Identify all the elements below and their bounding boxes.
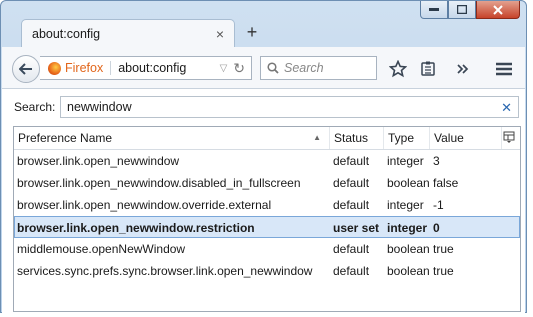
cell-type: boolean — [387, 176, 430, 190]
column-header-status[interactable]: Status — [330, 127, 384, 149]
cell-value: -1 — [433, 198, 444, 212]
bookmarks-menu-button[interactable] — [418, 59, 438, 79]
table-row[interactable]: browser.link.open_newwindow.disabled_in_… — [14, 172, 520, 194]
cell-name: browser.link.open_newwindow — [17, 154, 180, 168]
clear-filter-icon[interactable]: ✕ — [501, 100, 512, 116]
table-row[interactable]: browser.link.open_newwindow default intege… — [14, 150, 520, 172]
cell-type: boolean — [387, 264, 430, 278]
tab-title: about:config — [32, 26, 101, 41]
cell-status: default — [333, 264, 370, 278]
search-placeholder: Search — [284, 61, 324, 75]
tab-about-config[interactable]: about:config × — [21, 19, 235, 47]
minimize-button[interactable] — [420, 1, 448, 19]
overflow-chevron-button[interactable] — [453, 59, 473, 79]
cell-name: middlemouse.openNewWindow — [17, 242, 186, 256]
close-icon — [493, 4, 503, 15]
table-row[interactable]: middlemouse.openNewWindow default boolean t… — [14, 238, 520, 260]
tab-close-icon[interactable]: × — [216, 26, 224, 42]
table-row[interactable]: services.sync.prefs.sync.browser.link.op… — [14, 260, 520, 282]
navigation-toolbar: Firefox about:config ▽ ↻ Search — [2, 47, 525, 89]
bookmarks-list-icon — [421, 61, 435, 76]
minimize-icon — [429, 7, 439, 11]
table-row[interactable]: browser.link.open_newwindow.override.ext… — [14, 194, 520, 216]
column-picker-icon — [503, 131, 515, 143]
filter-value: newwindow — [67, 100, 132, 114]
cell-status: default — [333, 198, 370, 212]
cell-value: 3 — [433, 154, 440, 168]
cell-value: true — [433, 264, 454, 278]
cell-name: services.sync.prefs.sync.browser.link.op… — [17, 264, 313, 278]
menu-button[interactable] — [494, 59, 514, 79]
column-header-value[interactable]: Value — [430, 127, 502, 149]
filter-row: Search: newwindow ✕ — [2, 96, 525, 118]
new-tab-button[interactable]: + — [242, 22, 262, 42]
cell-name: browser.link.open_newwindow.restriction — [17, 221, 255, 235]
cell-value: true — [433, 242, 454, 256]
browser-window: about:config × + Firefox about:config ▽ … — [0, 0, 527, 313]
back-button[interactable] — [12, 55, 40, 83]
config-page: Search: newwindow ✕ Preference Name ▲ St… — [2, 89, 525, 313]
firefox-icon — [48, 61, 61, 75]
cell-type: boolean — [387, 242, 430, 256]
close-window-button[interactable] — [476, 1, 520, 19]
url-text[interactable]: about:config — [118, 61, 219, 75]
column-header-name[interactable]: Preference Name ▲ — [14, 127, 330, 149]
reload-icon[interactable]: ↻ — [233, 60, 245, 77]
cell-status: user set — [333, 221, 380, 235]
cell-name: browser.link.open_newwindow.override.ext… — [17, 198, 272, 212]
cell-status: default — [333, 176, 370, 190]
search-icon — [267, 62, 279, 74]
double-chevron-icon — [457, 64, 469, 74]
cell-value: false — [433, 176, 459, 190]
url-bar[interactable]: Firefox about:config ▽ ↻ — [40, 56, 252, 80]
column-header-label: Preference Name — [18, 131, 113, 145]
table-row[interactable]: browser.link.open_newwindow.restriction u… — [14, 216, 520, 238]
cell-name: browser.link.open_newwindow.disabled_in_… — [17, 176, 301, 190]
filter-input[interactable]: newwindow ✕ — [60, 96, 519, 118]
history-dropdown-icon[interactable]: ▽ — [220, 63, 228, 74]
column-picker-button[interactable] — [503, 131, 517, 145]
hamburger-icon — [496, 62, 512, 76]
column-header-type[interactable]: Type — [384, 127, 430, 149]
maximize-button[interactable] — [448, 1, 476, 19]
search-input[interactable]: Search — [260, 56, 377, 80]
cell-type: integer — [387, 221, 428, 235]
bookmark-star-button[interactable] — [388, 59, 408, 79]
cell-type: integer — [387, 154, 424, 168]
cell-status: default — [333, 154, 370, 168]
window-controls — [420, 1, 520, 19]
star-icon — [389, 60, 407, 78]
table-body: browser.link.open_newwindow default intege… — [14, 150, 520, 282]
cell-value: 0 — [433, 221, 440, 235]
table-header: Preference Name ▲ Status Type Value — [14, 127, 520, 150]
sort-ascending-icon: ▲ — [313, 133, 321, 142]
maximize-icon — [457, 5, 467, 14]
identity-label: Firefox — [65, 61, 112, 75]
cell-type: integer — [387, 198, 424, 212]
cell-status: default — [333, 242, 370, 256]
back-arrow-icon — [19, 63, 32, 75]
filter-label: Search: — [14, 100, 56, 114]
preferences-table: Preference Name ▲ Status Type Value brow… — [13, 126, 521, 312]
